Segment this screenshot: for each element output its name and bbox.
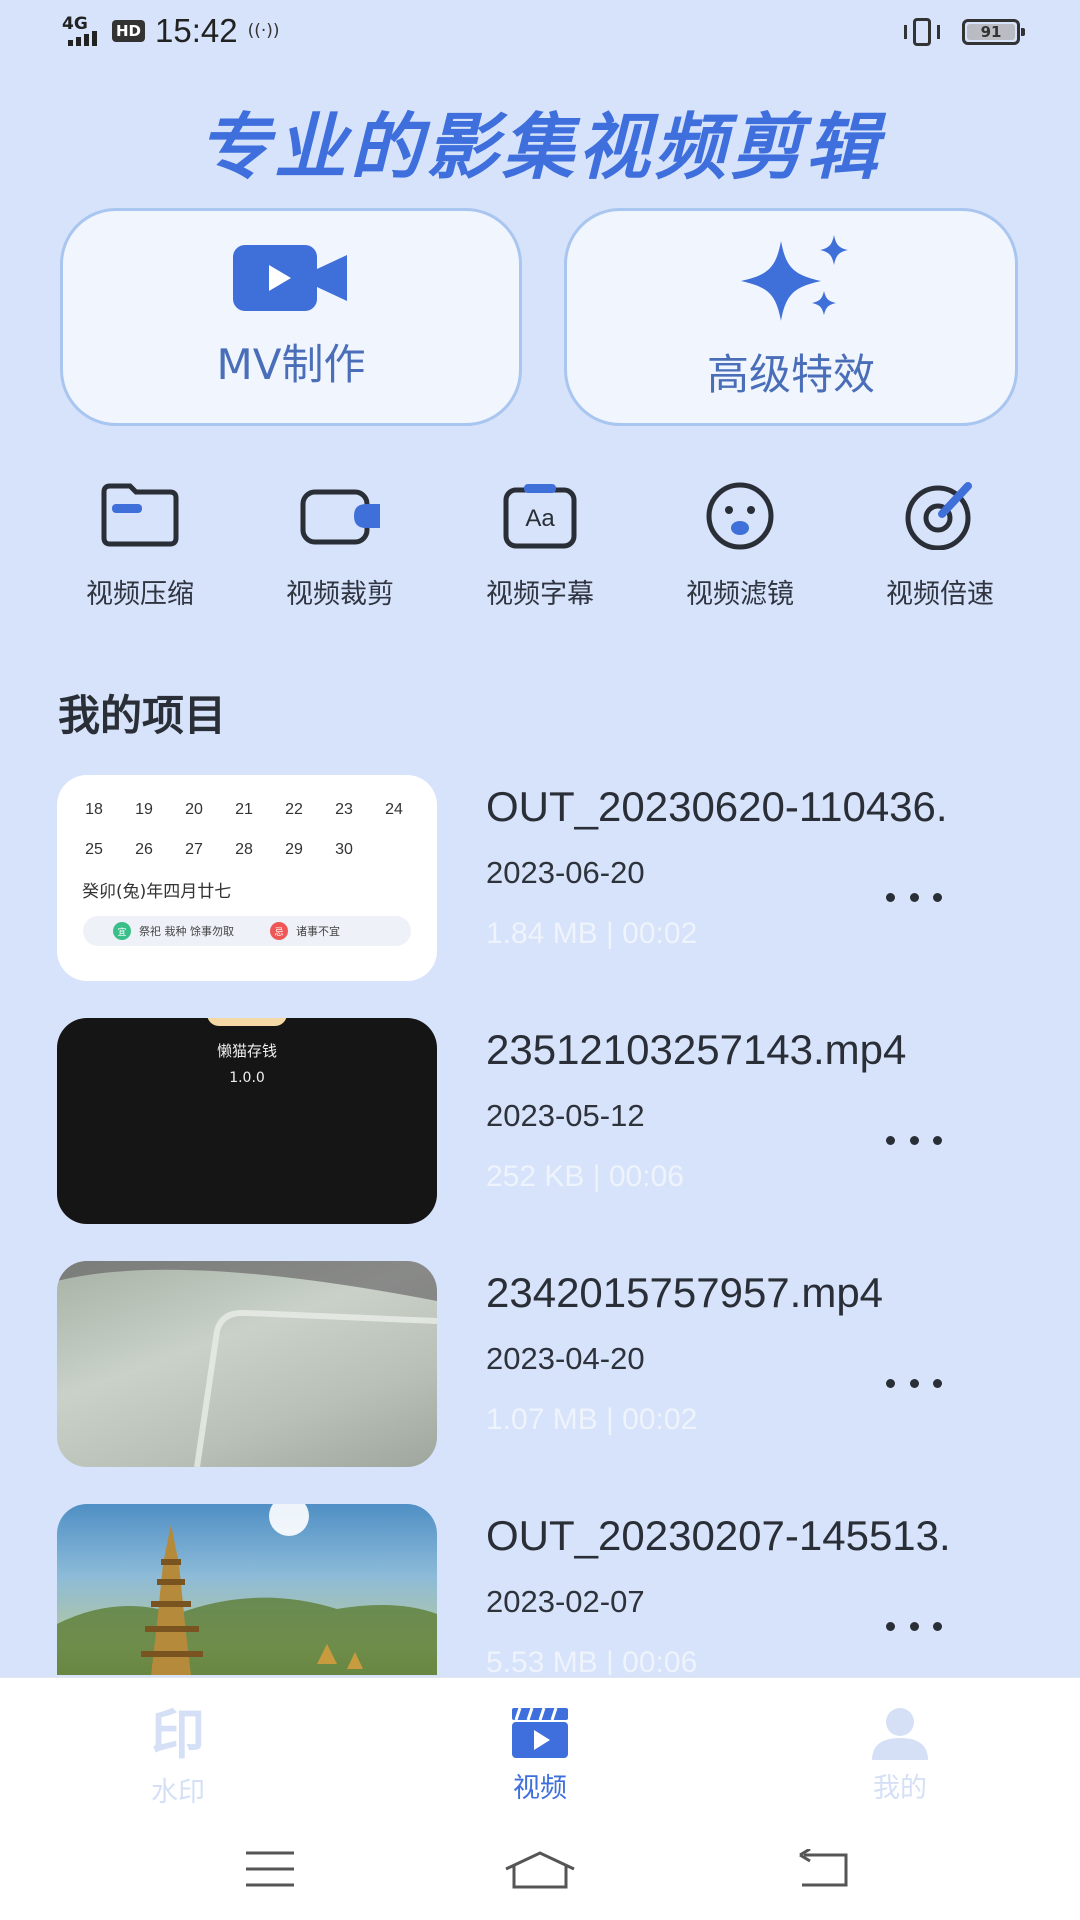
menu-icon[interactable] bbox=[244, 1849, 296, 1889]
project-thumbnail[interactable] bbox=[57, 1504, 437, 1675]
battery-level: 91 bbox=[980, 23, 1002, 41]
clock: 15:42 bbox=[155, 12, 238, 49]
subtitle-aa-icon: Aa bbox=[503, 484, 577, 549]
filter-face-icon bbox=[706, 482, 774, 550]
tool-compress-label: 视频压缩 bbox=[86, 579, 194, 610]
project-thumbnail[interactable]: 懒猫存钱 1.0.0 bbox=[57, 1018, 437, 1224]
section-title: 我的项目 bbox=[58, 691, 227, 740]
svg-text:Aa: Aa bbox=[525, 505, 555, 532]
sparkle-icon bbox=[741, 234, 848, 321]
network-type: 4G bbox=[62, 14, 88, 34]
speed-dial-icon bbox=[905, 482, 972, 550]
back-icon[interactable] bbox=[796, 1849, 850, 1889]
project-date: 2023-02-07 bbox=[486, 1584, 645, 1619]
project-item[interactable]: OUT_20230207-145513. 2023-02-07 5.53 MB … bbox=[0, 1504, 1080, 1675]
crop-camera-icon bbox=[300, 489, 380, 545]
nav-watermark[interactable]: 印 水印 bbox=[78, 1706, 278, 1809]
tools-row: 视频压缩 视频裁剪 Aa 视频字幕 视频滤镜 视频倍速 bbox=[40, 480, 1040, 611]
project-name: 23512103257143.mp4 bbox=[486, 1026, 907, 1073]
hd-badge: HD bbox=[112, 20, 146, 42]
more-options-icon[interactable] bbox=[886, 1373, 942, 1393]
project-name: 2342015757957.mp4 bbox=[486, 1269, 884, 1316]
nav-video-label: 视频 bbox=[513, 1773, 567, 1804]
more-options-icon[interactable] bbox=[886, 887, 942, 907]
watermark-icon: 印 bbox=[151, 1703, 205, 1766]
mv-create-button[interactable]: MV制作 bbox=[60, 208, 522, 426]
nav-video[interactable]: 视频 bbox=[440, 1706, 640, 1805]
video-camera-icon bbox=[233, 244, 347, 311]
tool-crop[interactable]: 视频裁剪 bbox=[240, 480, 440, 611]
mv-create-label: MV制作 bbox=[216, 339, 366, 389]
nav-mine-label: 我的 bbox=[873, 1773, 927, 1804]
project-item[interactable]: 2342015757957.mp4 2023-04-20 1.07 MB | 0… bbox=[0, 1261, 1080, 1467]
page-title: 专业的影集视频剪辑 bbox=[197, 105, 882, 189]
advanced-effects-label: 高级特效 bbox=[706, 349, 875, 399]
project-list: 18 19 20 21 22 23 24 25 26 27 28 29 30 癸卯(兔)年四月廿七 宜… bbox=[0, 775, 1080, 1675]
project-meta: 1.84 MB | 00:02 bbox=[486, 917, 698, 950]
signal-icon: 4G bbox=[62, 16, 102, 46]
battery-icon: 91 bbox=[962, 19, 1025, 45]
project-item[interactable]: 懒猫存钱 1.0.0 23512103257143.mp4 2023-05-12… bbox=[0, 1018, 1080, 1224]
nav-watermark-label: 水印 bbox=[151, 1777, 205, 1808]
status-bar: 4G HD 15:42 ((·)) 91 bbox=[0, 0, 1080, 66]
project-meta: 252 KB | 00:06 bbox=[486, 1160, 684, 1193]
project-thumbnail[interactable] bbox=[57, 1261, 437, 1467]
system-nav-bar bbox=[0, 1817, 1080, 1920]
folder-icon bbox=[101, 483, 179, 547]
home-icon[interactable] bbox=[504, 1849, 576, 1889]
project-date: 2023-05-12 bbox=[486, 1098, 645, 1133]
tool-subtitle-label: 视频字幕 bbox=[486, 579, 594, 610]
project-name: OUT_20230620-110436. bbox=[486, 783, 948, 830]
more-options-icon[interactable] bbox=[886, 1130, 942, 1150]
project-item[interactable]: 18 19 20 21 22 23 24 25 26 27 28 29 30 癸卯(兔)年四月廿七 宜… bbox=[0, 775, 1080, 981]
tool-crop-label: 视频裁剪 bbox=[286, 579, 394, 610]
tool-filter[interactable]: 视频滤镜 bbox=[640, 480, 840, 611]
tool-speed[interactable]: 视频倍速 bbox=[840, 480, 1040, 611]
advanced-effects-button[interactable]: 高级特效 bbox=[564, 208, 1018, 426]
tool-subtitle[interactable]: Aa 视频字幕 bbox=[440, 480, 640, 611]
project-date: 2023-04-20 bbox=[486, 1341, 645, 1376]
nav-mine[interactable]: 我的 bbox=[800, 1706, 1000, 1805]
project-meta: 1.07 MB | 00:02 bbox=[486, 1403, 698, 1436]
tool-speed-label: 视频倍速 bbox=[886, 579, 994, 610]
project-date: 2023-06-20 bbox=[486, 855, 645, 890]
vibrate-icon bbox=[902, 18, 942, 46]
tool-compress[interactable]: 视频压缩 bbox=[40, 480, 240, 611]
bottom-nav: 印 水印 视频 我的 bbox=[0, 1677, 1080, 1817]
project-name: OUT_20230207-145513. bbox=[486, 1512, 951, 1559]
video-clapper-icon bbox=[512, 1707, 568, 1758]
project-meta: 5.53 MB | 00:06 bbox=[486, 1646, 698, 1675]
tool-filter-label: 视频滤镜 bbox=[686, 579, 794, 610]
more-options-icon[interactable] bbox=[886, 1616, 942, 1636]
user-icon bbox=[872, 1708, 928, 1760]
nfc-icon: ((·)) bbox=[247, 21, 280, 41]
project-thumbnail[interactable]: 18 19 20 21 22 23 24 25 26 27 28 29 30 癸卯(兔)年四月廿七 宜… bbox=[57, 775, 437, 981]
